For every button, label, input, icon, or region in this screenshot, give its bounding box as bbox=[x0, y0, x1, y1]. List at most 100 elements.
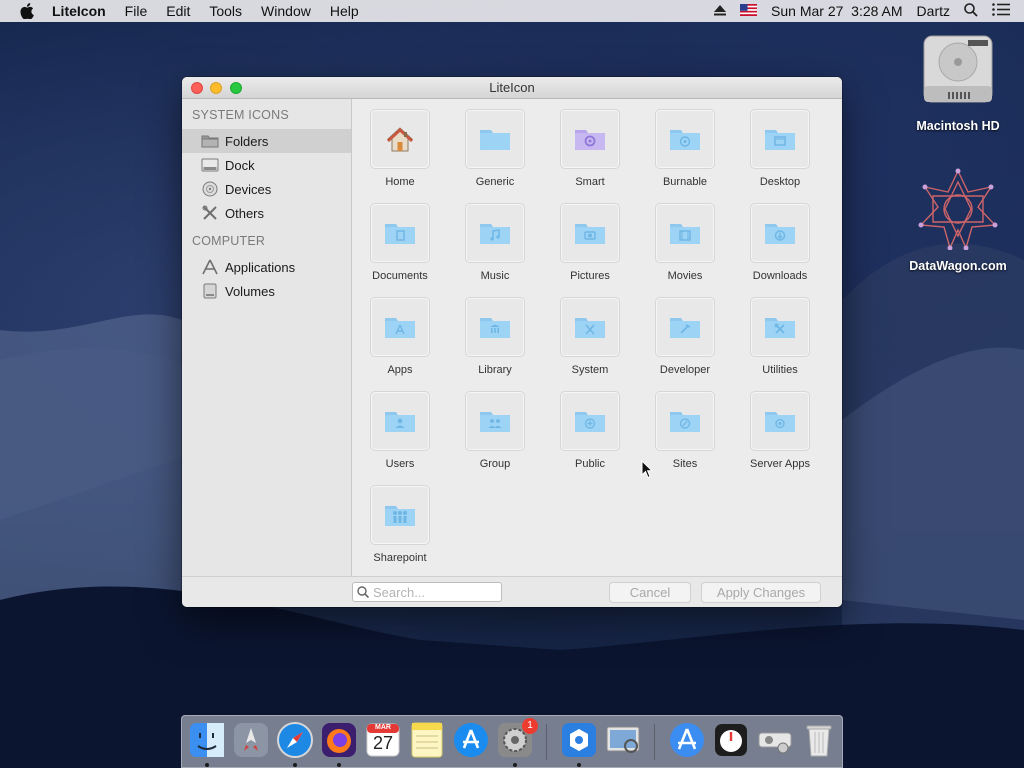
sidebar-item-folders[interactable]: Folders bbox=[182, 129, 351, 153]
desktop-icon-macintosh-hd[interactable]: Macintosh HD bbox=[903, 32, 1013, 133]
dock: MAR 27 1 bbox=[181, 715, 843, 768]
running-indicator bbox=[293, 763, 297, 767]
folder-tile-utilities[interactable]: Utilities bbox=[735, 297, 825, 376]
folder-tile-sites[interactable]: Sites bbox=[640, 391, 730, 470]
folder-tile-smart[interactable]: Smart bbox=[545, 109, 635, 188]
notes-icon[interactable] bbox=[408, 721, 446, 759]
folder-tile-label: Apps bbox=[387, 364, 413, 376]
launchpad-icon[interactable] bbox=[232, 721, 270, 759]
developer-folder-icon bbox=[655, 297, 715, 357]
folder-tile-label: Downloads bbox=[752, 270, 808, 282]
preview-icon[interactable] bbox=[604, 721, 642, 759]
folder-tile-developer[interactable]: Developer bbox=[640, 297, 730, 376]
sidebar-item-applications[interactable]: Applications bbox=[182, 255, 351, 279]
documents-folder-icon bbox=[370, 203, 430, 263]
window-titlebar[interactable]: LiteIcon bbox=[182, 77, 842, 99]
folder-tile-apps[interactable]: Apps bbox=[355, 297, 445, 376]
search-field[interactable] bbox=[352, 582, 502, 602]
folder-icon bbox=[200, 132, 220, 150]
sidebar-header-system-icons: SYSTEM ICONS bbox=[192, 108, 289, 122]
folder-tile-label: Home bbox=[385, 176, 415, 188]
close-window-button[interactable] bbox=[191, 82, 203, 94]
notification-center-icon[interactable] bbox=[992, 3, 1010, 19]
menu-window[interactable]: Window bbox=[261, 3, 311, 19]
folder-tile-group[interactable]: Group bbox=[450, 391, 540, 470]
menu-user[interactable]: Dartz bbox=[917, 3, 950, 19]
apply-changes-button[interactable]: Apply Changes bbox=[701, 582, 821, 603]
folder-tile-sharepoint[interactable]: Sharepoint bbox=[355, 485, 445, 564]
sidebar-item-volumes[interactable]: Volumes bbox=[182, 279, 351, 303]
home-icon bbox=[370, 109, 430, 169]
menu-clock[interactable]: Sun Mar 27 3:28 AM bbox=[771, 3, 903, 19]
stopwatch-icon[interactable] bbox=[712, 721, 750, 759]
folder-tile-home[interactable]: Home bbox=[355, 109, 445, 188]
applications-folder-icon[interactable] bbox=[668, 721, 706, 759]
folder-tile-label: Public bbox=[575, 458, 605, 470]
calendar-month: MAR bbox=[375, 724, 391, 731]
firefox-icon[interactable] bbox=[320, 721, 358, 759]
folder-tile-label: Utilities bbox=[762, 364, 798, 376]
sidebar-item-label: Others bbox=[225, 205, 265, 221]
folder-tile-server-apps[interactable]: Server Apps bbox=[735, 391, 825, 470]
utilities-folder-icon bbox=[750, 297, 810, 357]
trash-icon[interactable] bbox=[800, 721, 838, 759]
system-folder-icon bbox=[560, 297, 620, 357]
folder-tile-users[interactable]: Users bbox=[355, 391, 445, 470]
folder-tile-downloads[interactable]: Downloads bbox=[735, 203, 825, 282]
minimize-window-button[interactable] bbox=[210, 82, 222, 94]
cancel-button[interactable]: Cancel bbox=[609, 582, 691, 603]
spotlight-search-icon[interactable] bbox=[964, 2, 978, 20]
sharepoint-folder-icon bbox=[370, 485, 430, 545]
folder-tile-system[interactable]: System bbox=[545, 297, 635, 376]
app-store-icon[interactable] bbox=[452, 721, 490, 759]
folder-tile-label: Generic bbox=[475, 176, 515, 188]
sidebar-header-computer: COMPUTER bbox=[192, 234, 266, 248]
sidebar: SYSTEM ICONS Folders Dock Devices Others bbox=[182, 99, 352, 576]
sidebar-item-devices[interactable]: Devices bbox=[182, 177, 351, 201]
menu-edit[interactable]: Edit bbox=[166, 3, 190, 19]
menu-app-name[interactable]: LiteIcon bbox=[52, 3, 106, 19]
menu-tools[interactable]: Tools bbox=[209, 3, 242, 19]
zoom-window-button[interactable] bbox=[230, 82, 242, 94]
window-title: LiteIcon bbox=[489, 80, 535, 95]
sidebar-item-label: Devices bbox=[225, 181, 272, 197]
menu-file[interactable]: File bbox=[125, 3, 148, 19]
folder-tile-label: Group bbox=[479, 458, 511, 470]
folder-tile-music[interactable]: Music bbox=[450, 203, 540, 282]
desktop-icon-datawagon[interactable]: DataWagon.com bbox=[903, 168, 1013, 273]
dock-separator bbox=[546, 724, 547, 760]
safari-icon[interactable] bbox=[276, 721, 314, 759]
window-bottom-bar: Cancel Apply Changes bbox=[182, 576, 842, 607]
folder-tile-label: Users bbox=[385, 458, 415, 470]
sidebar-item-others[interactable]: Others bbox=[182, 201, 351, 225]
folder-tile-pictures[interactable]: Pictures bbox=[545, 203, 635, 282]
folder-tile-label: System bbox=[571, 364, 609, 376]
calendar-icon[interactable]: MAR 27 bbox=[364, 721, 402, 759]
volume-icon bbox=[200, 282, 220, 300]
finder-icon[interactable] bbox=[188, 721, 226, 759]
apple-menu-icon[interactable] bbox=[20, 0, 36, 22]
folder-tile-burnable[interactable]: Burnable bbox=[640, 109, 730, 188]
folder-tile-public[interactable]: Public bbox=[545, 391, 635, 470]
dock-icon bbox=[200, 156, 220, 174]
search-input[interactable] bbox=[373, 584, 493, 600]
system-preferences-icon[interactable]: 1 bbox=[496, 718, 538, 759]
folder-tile-generic[interactable]: Generic bbox=[450, 109, 540, 188]
folder-tile-movies[interactable]: Movies bbox=[640, 203, 730, 282]
us-flag-input-icon[interactable] bbox=[740, 3, 758, 19]
menu-help[interactable]: Help bbox=[330, 3, 359, 19]
menu-bar: LiteIcon File Edit Tools Window Help Sun… bbox=[0, 0, 1024, 22]
liteicon-icon[interactable] bbox=[560, 721, 598, 759]
folder-tile-desktop[interactable]: Desktop bbox=[735, 109, 825, 188]
folder-tile-library[interactable]: Library bbox=[450, 297, 540, 376]
folder-icon-grid: Home Generic Smart Burnable Desktop Documents… bbox=[353, 99, 842, 576]
eject-icon[interactable] bbox=[714, 3, 727, 19]
sidebar-item-dock[interactable]: Dock bbox=[182, 153, 351, 177]
dock-separator bbox=[654, 724, 655, 760]
projector-icon[interactable] bbox=[756, 721, 794, 759]
apps-folder-icon bbox=[370, 297, 430, 357]
sidebar-item-label: Folders bbox=[225, 133, 269, 149]
burnable-folder-icon bbox=[655, 109, 715, 169]
folder-tile-documents[interactable]: Documents bbox=[355, 203, 445, 282]
datawagon-logo-icon bbox=[918, 168, 998, 251]
